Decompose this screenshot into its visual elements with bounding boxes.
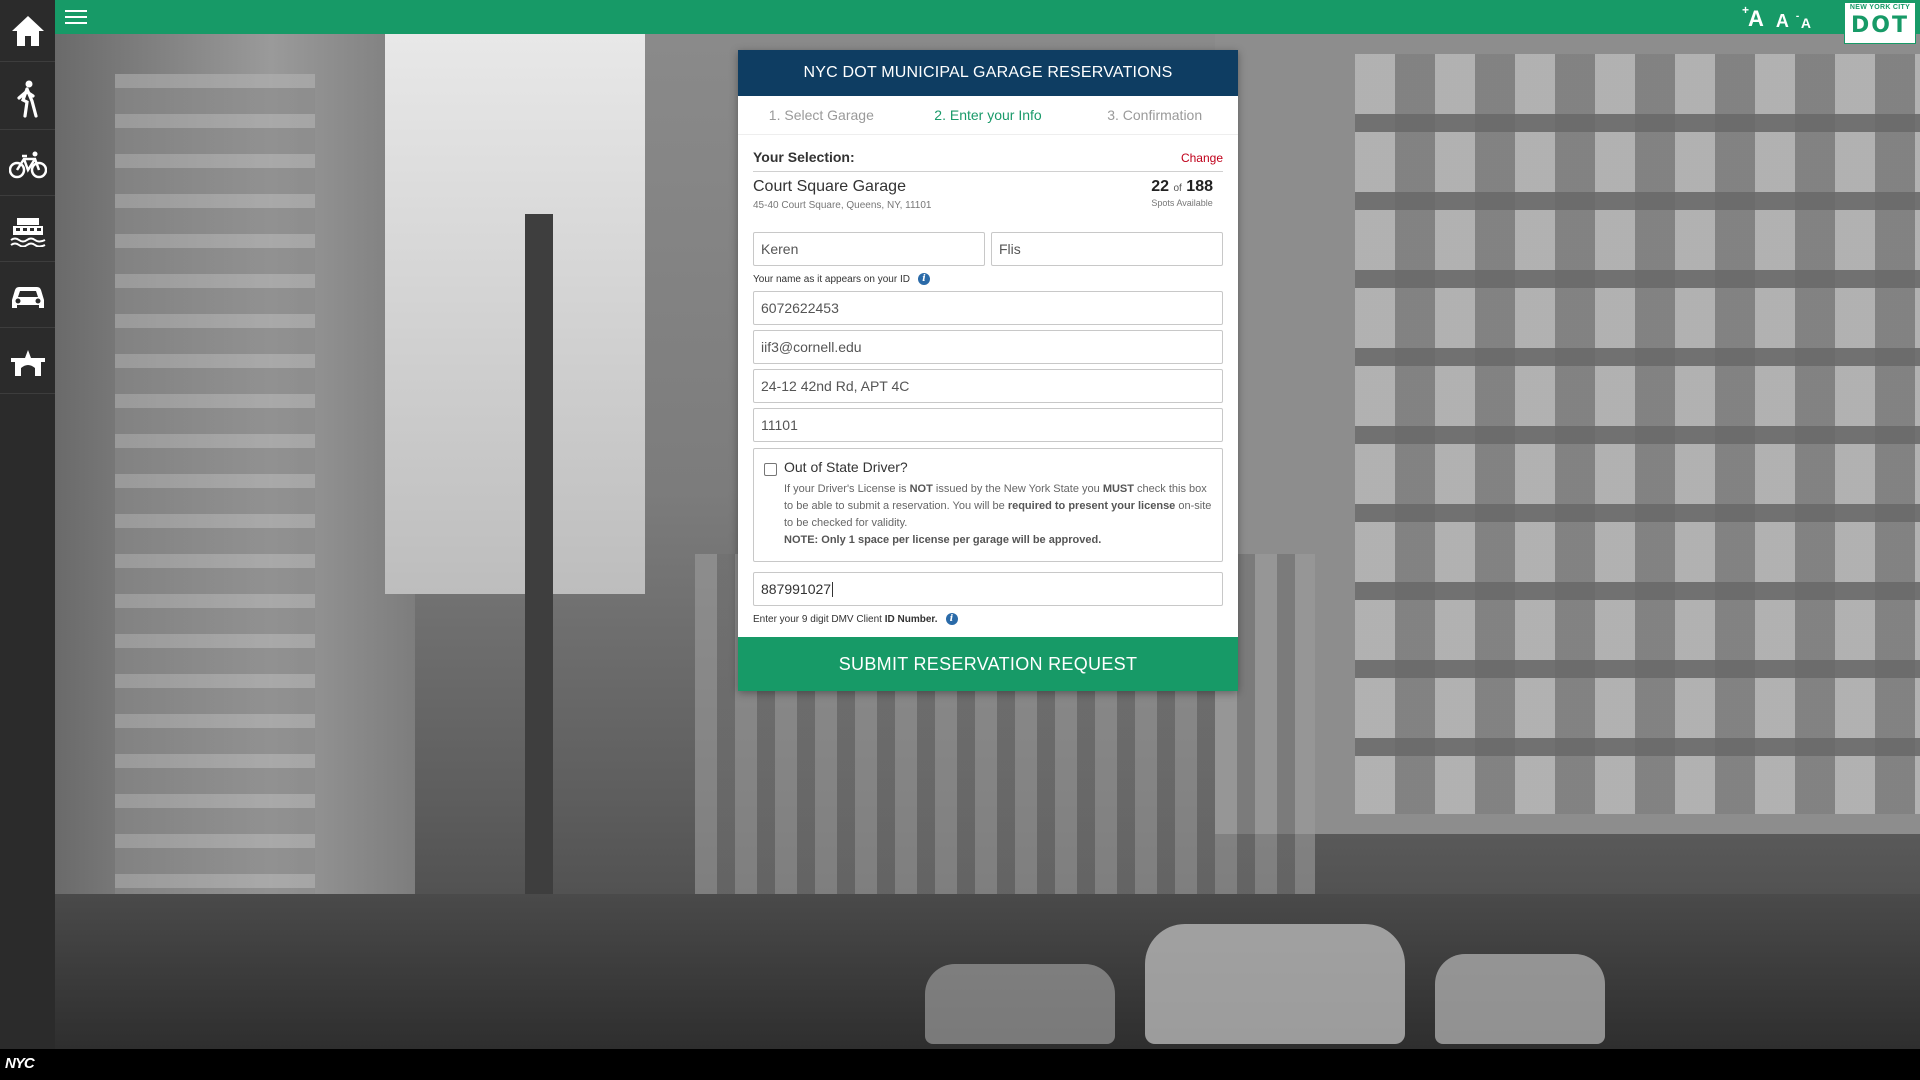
bottom-bar: NYC (0, 1049, 1920, 1080)
reservation-form-card: NYC DOT MUNICIPAL GARAGE RESERVATIONS 1.… (738, 50, 1238, 691)
spots-total-count: 188 (1186, 178, 1213, 195)
sidebar-item-bicycle[interactable] (0, 134, 55, 196)
decrease-font-button[interactable]: -A (1796, 12, 1811, 31)
out-of-state-label: Out of State Driver? (784, 459, 908, 475)
step-confirmation: 3. Confirmation (1107, 107, 1203, 123)
home-icon (11, 16, 44, 46)
dmv-id-hint: Enter your 9 digit DMV Client ID Number. (753, 613, 938, 625)
out-of-state-note: NOTE: Only 1 space per license per garag… (784, 534, 1102, 546)
zip-field[interactable]: 11101 (753, 408, 1223, 442)
sidebar-item-ferry[interactable] (0, 200, 55, 262)
submit-reservation-button[interactable]: SUBMIT RESERVATION REQUEST (738, 637, 1238, 691)
out-of-state-description: If your Driver's License is NOT issued b… (784, 483, 1212, 546)
pedestrian-icon (16, 80, 38, 118)
email-field[interactable]: iif3@cornell.edu (753, 330, 1223, 364)
spots-of-label: of (1173, 183, 1182, 194)
phone-field[interactable]: 6072622453 (753, 291, 1223, 325)
nyc-logo[interactable]: NYC (5, 1055, 35, 1072)
menu-icon[interactable] (65, 7, 87, 25)
spots-available: 22 of 188 Spots Available (1151, 178, 1213, 208)
name-hint: Your name as it appears on your ID (753, 273, 910, 285)
address-field[interactable]: 24-12 42nd Rd, APT 4C (753, 369, 1223, 403)
sidebar-item-bridge[interactable] (0, 332, 55, 394)
car-icon (11, 287, 44, 308)
nyc-dot-logo[interactable]: NEW YORK CITY DOT (1844, 2, 1916, 44)
form-title: NYC DOT MUNICIPAL GARAGE RESERVATIONS (738, 50, 1238, 96)
info-icon[interactable]: i (917, 273, 930, 285)
sidebar-item-pedestrian[interactable] (0, 68, 55, 130)
sidebar-item-car[interactable] (0, 266, 55, 328)
font-size-controls: + A A -A (1742, 4, 1811, 31)
text-cursor (832, 581, 834, 597)
garage-name: Court Square Garage (753, 178, 906, 195)
step-indicator: 1. Select Garage 2. Enter your Info 3. C… (738, 96, 1238, 135)
increase-font-button[interactable]: + A (1742, 4, 1764, 30)
step-enter-info: 2. Enter your Info (934, 107, 1042, 123)
change-selection-link[interactable]: Change (1181, 151, 1223, 165)
spots-available-label: Spots Available (1151, 198, 1213, 208)
spots-available-count: 22 (1151, 178, 1170, 195)
bicycle-icon (8, 151, 47, 179)
info-icon[interactable]: i (945, 613, 958, 625)
first-name-field[interactable]: Keren (753, 232, 985, 266)
reset-font-button[interactable]: A (1776, 12, 1789, 30)
top-bar: + A A -A NEW YORK CITY DOT (0, 0, 1920, 44)
out-of-state-section: Out of State Driver? If your Driver's Li… (753, 448, 1223, 562)
selection-label: Your Selection: (753, 149, 855, 165)
garage-address: 45-40 Court Square, Queens, NY, 11101 (753, 200, 932, 211)
last-name-field[interactable]: Flis (991, 232, 1223, 266)
dmv-id-field[interactable]: 887991027 (753, 572, 1223, 606)
step-select-garage: 1. Select Garage (768, 107, 874, 123)
ferry-icon (9, 218, 45, 247)
sidebar (0, 0, 55, 1049)
out-of-state-checkbox[interactable] (764, 463, 777, 476)
sidebar-item-home[interactable] (0, 0, 55, 62)
selected-garage: Court Square Garage 45-40 Court Square, … (753, 172, 1223, 224)
bridge-icon (10, 350, 45, 376)
